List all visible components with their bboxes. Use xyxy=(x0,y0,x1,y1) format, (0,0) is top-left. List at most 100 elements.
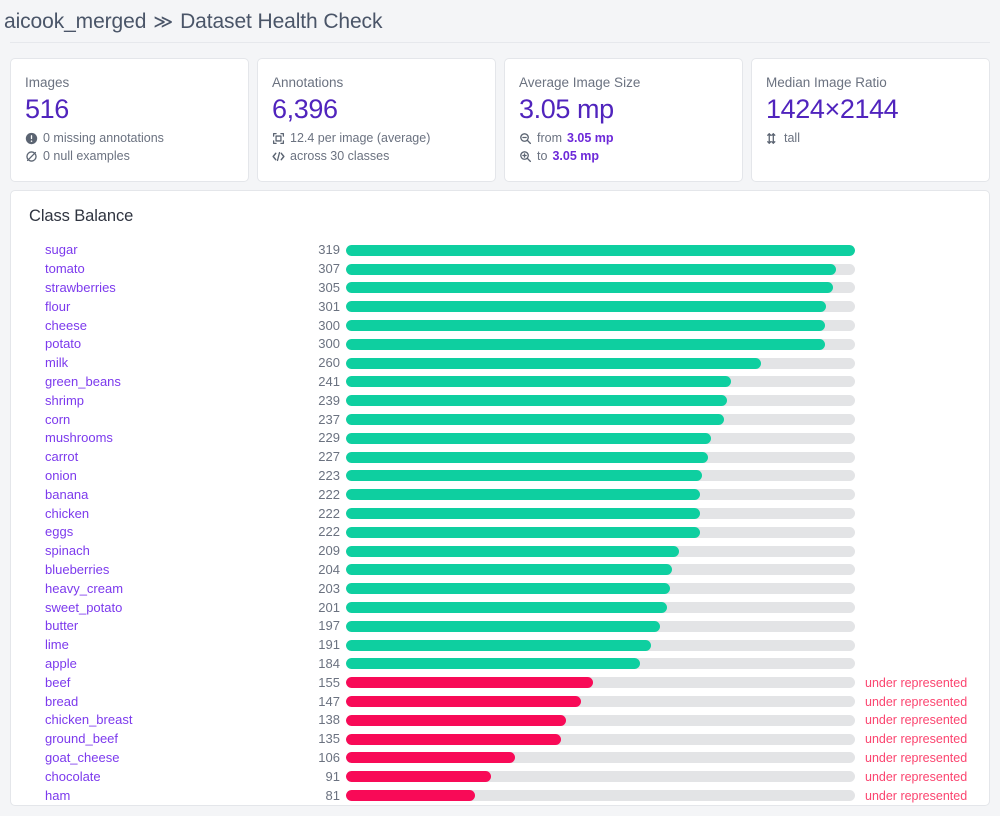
class-bar xyxy=(346,301,826,312)
class-count: 222 xyxy=(312,523,346,541)
class-name-link[interactable]: milk xyxy=(27,354,312,372)
class-name-link[interactable]: chocolate xyxy=(27,768,312,786)
class-bar-track xyxy=(346,376,855,387)
stat-card-detail: from 3.05 mp xyxy=(519,129,728,147)
class-name-link[interactable]: green_beans xyxy=(27,373,312,391)
class-name-link[interactable]: goat_cheese xyxy=(27,749,312,767)
zoom-out-icon xyxy=(519,132,532,145)
code-brackets-icon xyxy=(272,150,285,163)
class-bar xyxy=(346,734,561,745)
class-name-link[interactable]: ham xyxy=(27,787,312,805)
class-name-link[interactable]: shrimp xyxy=(27,392,312,410)
class-bar xyxy=(346,452,708,463)
class-bar xyxy=(346,658,640,669)
stat-cards: Images5160 missing annotations0 null exa… xyxy=(10,58,990,182)
class-count: 81 xyxy=(312,787,346,805)
dataset-health-check-page: aicook_merged ≫ Dataset Health Check Ima… xyxy=(0,0,1000,816)
stat-card-detail-text: 0 null examples xyxy=(43,147,130,165)
class-bar-track xyxy=(346,715,855,726)
class-name-link[interactable]: apple xyxy=(27,655,312,673)
class-balance-row: beef155under represented xyxy=(27,673,973,692)
class-name-link[interactable]: chicken xyxy=(27,505,312,523)
stat-card-detail: to 3.05 mp xyxy=(519,147,728,165)
class-name-link[interactable]: chicken_breast xyxy=(27,711,312,729)
class-count: 135 xyxy=(312,730,346,748)
class-name-link[interactable]: lime xyxy=(27,636,312,654)
class-name-link[interactable]: beef xyxy=(27,674,312,692)
class-balance-row: strawberries305 xyxy=(27,279,973,298)
class-count: 191 xyxy=(312,636,346,654)
class-balance-row: banana222 xyxy=(27,485,973,504)
class-balance-row: goat_cheese106under represented xyxy=(27,749,973,768)
class-name-link[interactable]: blueberries xyxy=(27,561,312,579)
vertical-resize-icon xyxy=(766,132,779,145)
stat-card: Images5160 missing annotations0 null exa… xyxy=(10,58,249,182)
stat-card-value: 6,396 xyxy=(272,93,481,126)
class-bar-track xyxy=(346,546,855,557)
class-name-link[interactable]: strawberries xyxy=(27,279,312,297)
stat-card: Average Image Size3.05 mpfrom 3.05 mpto … xyxy=(504,58,743,182)
class-bar-track xyxy=(346,414,855,425)
class-name-link[interactable]: sweet_potato xyxy=(27,599,312,617)
page-title: Dataset Health Check xyxy=(180,10,382,34)
class-count: 147 xyxy=(312,693,346,711)
class-bar-track xyxy=(346,752,855,763)
class-name-link[interactable]: onion xyxy=(27,467,312,485)
under-represented-flag: under represented xyxy=(855,787,973,805)
class-count: 307 xyxy=(312,260,346,278)
class-bar-track xyxy=(346,583,855,594)
class-name-link[interactable]: spinach xyxy=(27,542,312,560)
class-name-link[interactable]: flour xyxy=(27,298,312,316)
stat-card-detail-value: 3.05 mp xyxy=(552,147,599,165)
class-balance-row: milk260 xyxy=(27,354,973,373)
null-slash-icon xyxy=(25,150,38,163)
class-name-link[interactable]: mushrooms xyxy=(27,429,312,447)
breadcrumb-project-link[interactable]: aicook_merged xyxy=(4,10,146,34)
class-bar xyxy=(346,527,700,538)
stat-card-detail-text: 0 missing annotations xyxy=(43,129,164,147)
class-name-link[interactable]: cheese xyxy=(27,317,312,335)
class-balance-row: sweet_potato201 xyxy=(27,598,973,617)
class-name-link[interactable]: carrot xyxy=(27,448,312,466)
class-name-link[interactable]: banana xyxy=(27,486,312,504)
class-balance-row: mushrooms229 xyxy=(27,429,973,448)
class-bar-track xyxy=(346,527,855,538)
class-balance-title: Class Balance xyxy=(29,205,973,227)
class-name-link[interactable]: heavy_cream xyxy=(27,580,312,598)
class-balance-row: blueberries204 xyxy=(27,561,973,580)
page-header: aicook_merged ≫ Dataset Health Check xyxy=(0,0,1000,40)
class-balance-panel: Class Balance sugar319tomato307strawberr… xyxy=(10,190,990,806)
class-balance-row: spinach209 xyxy=(27,542,973,561)
class-bar-track xyxy=(346,470,855,481)
class-bar-track xyxy=(346,489,855,500)
stat-card-detail: tall xyxy=(766,129,975,147)
class-count: 209 xyxy=(312,542,346,560)
class-bar xyxy=(346,395,727,406)
class-name-link[interactable]: potato xyxy=(27,335,312,353)
class-balance-row: butter197 xyxy=(27,617,973,636)
under-represented-flag: under represented xyxy=(855,749,973,767)
class-count: 300 xyxy=(312,317,346,335)
class-name-link[interactable]: eggs xyxy=(27,523,312,541)
class-bar xyxy=(346,339,825,350)
class-name-link[interactable]: butter xyxy=(27,617,312,635)
class-bar xyxy=(346,282,833,293)
class-count: 319 xyxy=(312,241,346,259)
class-balance-row: flour301 xyxy=(27,297,973,316)
class-bar-track xyxy=(346,358,855,369)
breadcrumb-separator-icon: ≫ xyxy=(153,11,173,34)
class-name-link[interactable]: ground_beef xyxy=(27,730,312,748)
class-balance-row: potato300 xyxy=(27,335,973,354)
stat-card: Annotations6,39612.4 per image (average)… xyxy=(257,58,496,182)
class-name-link[interactable]: corn xyxy=(27,411,312,429)
class-name-link[interactable]: tomato xyxy=(27,260,312,278)
class-count: 201 xyxy=(312,599,346,617)
class-bar xyxy=(346,583,670,594)
stat-card-detail-text: across 30 classes xyxy=(290,147,389,165)
class-name-link[interactable]: bread xyxy=(27,693,312,711)
stat-card-value: 516 xyxy=(25,93,234,126)
class-name-link[interactable]: sugar xyxy=(27,241,312,259)
class-balance-row: onion223 xyxy=(27,467,973,486)
under-represented-flag: under represented xyxy=(855,711,973,729)
class-bar xyxy=(346,677,593,688)
